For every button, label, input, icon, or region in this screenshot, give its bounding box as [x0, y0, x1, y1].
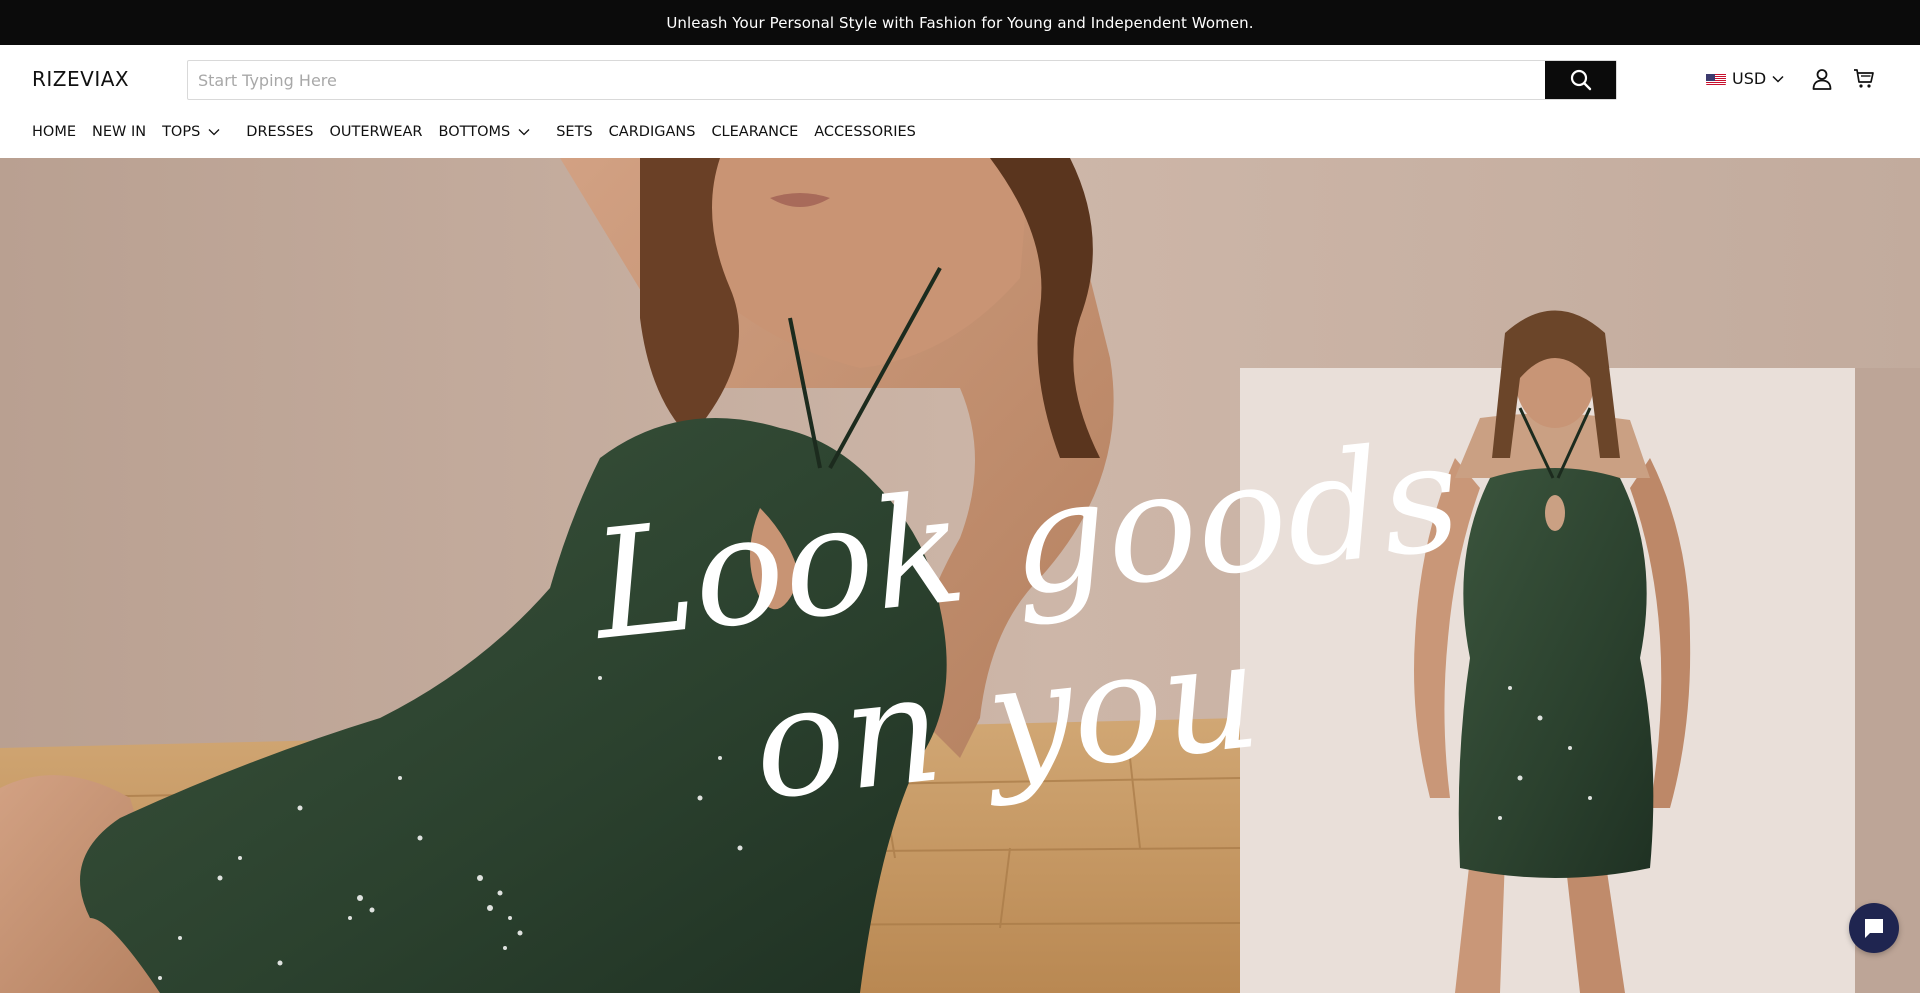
main-nav: HOME NEW IN TOPS DRESSES OUTERWEAR BOTTO… — [32, 124, 932, 140]
chevron-down-icon — [208, 129, 220, 136]
hero-banner[interactable]: Look goods on you — [0, 158, 1920, 993]
nav-item-home[interactable]: HOME — [32, 124, 76, 140]
nav-item-tops[interactable]: TOPS — [162, 124, 220, 140]
site-logo[interactable]: RIZEVIAX — [32, 67, 129, 91]
nav-item-dresses[interactable]: DRESSES — [246, 124, 313, 140]
chat-button[interactable] — [1849, 903, 1899, 953]
hero-image: Look goods on you — [0, 158, 1920, 993]
account-icon — [1812, 69, 1832, 90]
search-bar — [187, 60, 1617, 100]
nav-item-accessories[interactable]: ACCESSORIES — [814, 124, 916, 140]
cart-icon — [1854, 69, 1874, 88]
chevron-down-icon — [1772, 75, 1784, 83]
search-input[interactable] — [188, 61, 1545, 99]
nav-item-bottoms[interactable]: BOTTOMS — [439, 124, 531, 140]
currency-label: USD — [1732, 69, 1767, 88]
nav-item-new-in[interactable]: NEW IN — [92, 124, 146, 140]
us-flag-icon — [1706, 72, 1726, 85]
announcement-bar: Unleash Your Personal Style with Fashion… — [0, 0, 1920, 45]
cart-button[interactable] — [1853, 67, 1875, 93]
search-button[interactable] — [1545, 61, 1616, 99]
search-icon — [1570, 69, 1591, 91]
nav-item-cardigans[interactable]: CARDIGANS — [609, 124, 696, 140]
account-button[interactable] — [1810, 67, 1834, 95]
nav-item-outerwear[interactable]: OUTERWEAR — [329, 124, 422, 140]
nav-item-clearance[interactable]: CLEARANCE — [711, 124, 798, 140]
announcement-text: Unleash Your Personal Style with Fashion… — [666, 13, 1254, 32]
nav-item-sets[interactable]: SETS — [556, 124, 592, 140]
chat-icon — [1865, 919, 1883, 938]
currency-selector[interactable]: USD — [1706, 69, 1784, 88]
chevron-down-icon — [518, 129, 530, 136]
site-header: RIZEVIAX USD — [0, 45, 1920, 158]
